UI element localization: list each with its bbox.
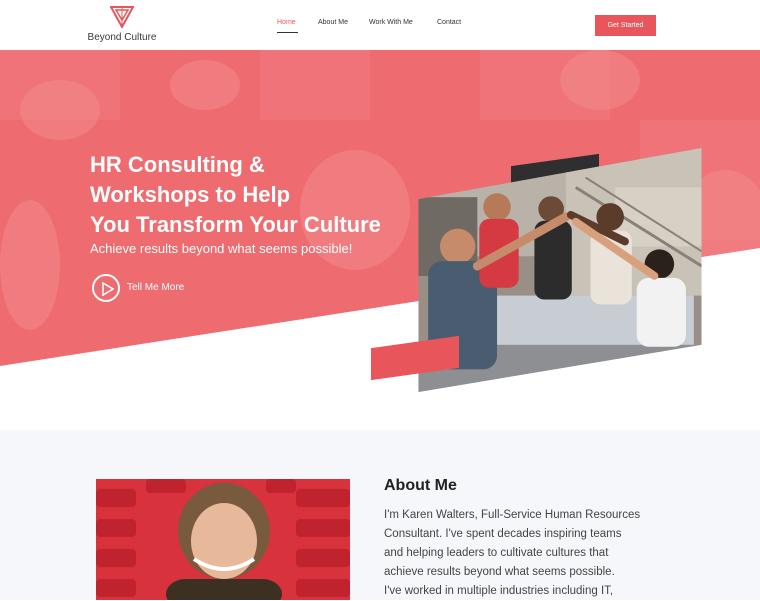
about-text-line: and helping leaders to cultivate culture… [384, 547, 609, 559]
about-text-line: I'm Karen Walters, Full-Service Human Re… [384, 509, 641, 521]
hero-subtitle: Achieve results beyond what seems possib… [90, 241, 353, 256]
portrait-illustration [96, 479, 350, 600]
about-section: About Me I'm Karen Walters, Full-Service… [0, 430, 760, 600]
play-button[interactable] [92, 274, 120, 302]
about-title: About Me [384, 477, 457, 494]
site-header: Beyond Culture Home About Me Work With M… [0, 0, 760, 50]
hero-title-line: You Transform Your Culture [90, 212, 381, 237]
hero-title-line: HR Consulting & [90, 152, 265, 177]
karen-portrait-image [96, 479, 350, 600]
logo[interactable]: Beyond Culture [84, 6, 160, 46]
nav-contact[interactable]: Contact [437, 19, 461, 26]
hero-title: HR Consulting & Workshops to Help You Tr… [90, 150, 410, 240]
logo-text: Beyond Culture [87, 32, 157, 43]
get-started-button[interactable]: Get Started [595, 15, 656, 36]
about-text-line: I've worked in multiple industries inclu… [384, 585, 614, 597]
nav-about-me[interactable]: About Me [318, 19, 348, 26]
logo-triangle-icon [110, 6, 134, 28]
about-text: I'm Karen Walters, Full-Service Human Re… [384, 506, 664, 601]
play-icon [102, 282, 114, 296]
about-text-line: Consultant. I've spent decades inspiring… [384, 528, 622, 540]
nav-home[interactable]: Home [277, 19, 296, 26]
team-high-five-photo [418, 148, 702, 392]
tell-me-more-link[interactable]: Tell Me More [127, 282, 184, 293]
about-text-line: achieve results beyond what seems possib… [384, 566, 615, 578]
nav-work-with-me[interactable]: Work With Me [369, 19, 413, 26]
nav-active-underline [277, 32, 298, 33]
hero-title-line: Workshops to Help [90, 182, 291, 207]
